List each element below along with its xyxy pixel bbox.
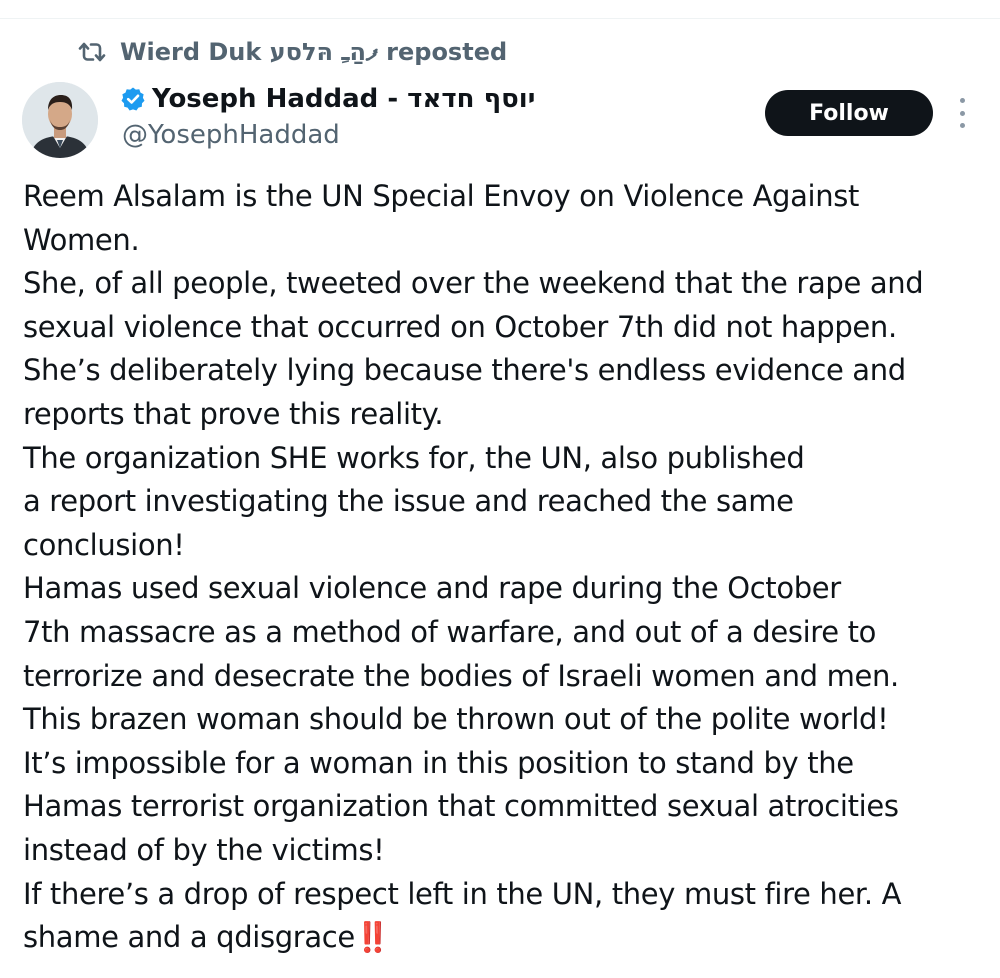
repost-context[interactable]: Wierd Duk ފהַﹻ הּלסע reposted bbox=[78, 36, 507, 68]
tweet-line: It’s impossible for a woman in this posi… bbox=[23, 745, 854, 780]
follow-button[interactable]: Follow bbox=[765, 90, 933, 136]
repost-icon bbox=[78, 40, 106, 64]
tweet-line: She, of all people, tweeted over the wee… bbox=[23, 266, 924, 301]
tweet-text: Reem Alsalam is the UN Special Envoy on … bbox=[23, 175, 983, 960]
tweet-card: Wierd Duk ފהַﹻ הּלסע reposted Yoseph Had… bbox=[0, 0, 1000, 978]
repost-text: Wierd Duk ފהַﹻ הּלסע reposted bbox=[120, 38, 508, 66]
tweet-line: Hamas used sexual violence and rape duri… bbox=[23, 571, 841, 606]
tweet-line: The organization SHE works for, the UN, … bbox=[23, 440, 805, 475]
tweet-line: This brazen woman should be thrown out o… bbox=[23, 702, 889, 737]
top-divider bbox=[0, 18, 1000, 19]
tweet-line-text: shame and a qdisgrace bbox=[23, 920, 355, 955]
author-name-row[interactable]: Yoseph Haddad - יוסף חדאד bbox=[120, 84, 535, 114]
tweet-line: If there’s a drop of respect left in the… bbox=[23, 876, 902, 911]
avatar[interactable] bbox=[22, 82, 98, 158]
tweet-line: Hamas terrorist organization that commit… bbox=[23, 789, 899, 824]
verified-badge-icon bbox=[120, 86, 146, 112]
author-handle[interactable]: @YosephHaddad bbox=[122, 120, 340, 150]
tweet-line: sexual violence that occurred on October… bbox=[23, 309, 897, 344]
tweet-line: a report investigating the issue and rea… bbox=[23, 484, 794, 519]
tweet-line: Reem Alsalam is the UN Special Envoy on … bbox=[23, 179, 860, 213]
tweet-line: Women. bbox=[23, 222, 140, 257]
tweet-line: She’s deliberately lying because there's… bbox=[23, 353, 906, 388]
tweet-line-last: shame and a qdisgrace‼️ bbox=[23, 916, 983, 960]
more-options-icon[interactable] bbox=[950, 98, 974, 128]
tweet-line: instead of by the victims! bbox=[23, 832, 385, 867]
tweet-line: conclusion! bbox=[23, 527, 185, 562]
tweet-line: 7th massacre as a method of warfare, and… bbox=[23, 614, 877, 649]
double-exclamation-emoji-icon: ‼️ bbox=[354, 920, 391, 955]
tweet-line: terrorize and desecrate the bodies of Is… bbox=[23, 658, 899, 693]
author-name: Yoseph Haddad - יוסף חדאד bbox=[152, 84, 536, 114]
tweet-line: reports that prove this reality. bbox=[23, 396, 444, 431]
